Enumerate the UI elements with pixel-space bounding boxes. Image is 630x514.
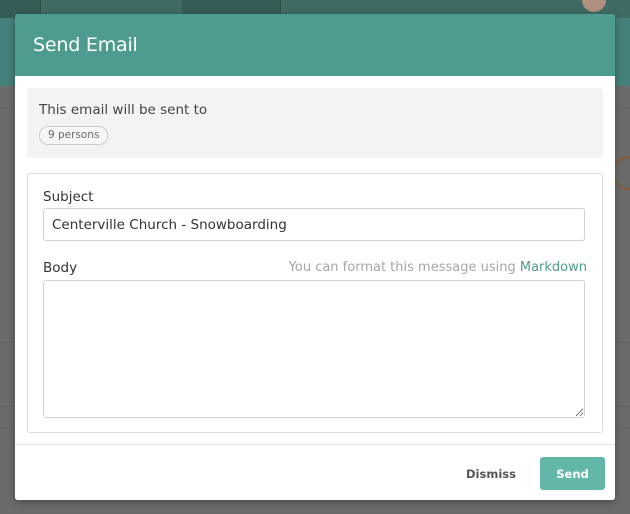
recipients-count-badge[interactable]: 9 persons bbox=[39, 126, 109, 145]
modal-footer: Dismiss Send bbox=[15, 444, 615, 500]
dismiss-button[interactable]: Dismiss bbox=[459, 457, 523, 490]
body-textarea[interactable] bbox=[43, 280, 585, 418]
format-hint: You can format this message using Markdo… bbox=[289, 260, 587, 275]
send-email-modal: Send Email This email will be sent to 9 … bbox=[15, 14, 615, 500]
body-label: Body bbox=[43, 260, 78, 276]
markdown-link[interactable]: Markdown bbox=[520, 260, 587, 275]
modal-title: Send Email bbox=[33, 34, 138, 56]
modal-header: Send Email bbox=[15, 14, 615, 76]
email-form: Subject Body You can format this message… bbox=[27, 173, 603, 433]
subject-input[interactable] bbox=[43, 208, 585, 241]
recipients-panel: This email will be sent to 9 persons bbox=[27, 88, 603, 158]
format-hint-text: You can format this message using bbox=[288, 260, 516, 275]
send-button[interactable]: Send bbox=[540, 457, 605, 490]
subject-label: Subject bbox=[43, 189, 94, 205]
recipients-text: This email will be sent to bbox=[39, 102, 208, 118]
